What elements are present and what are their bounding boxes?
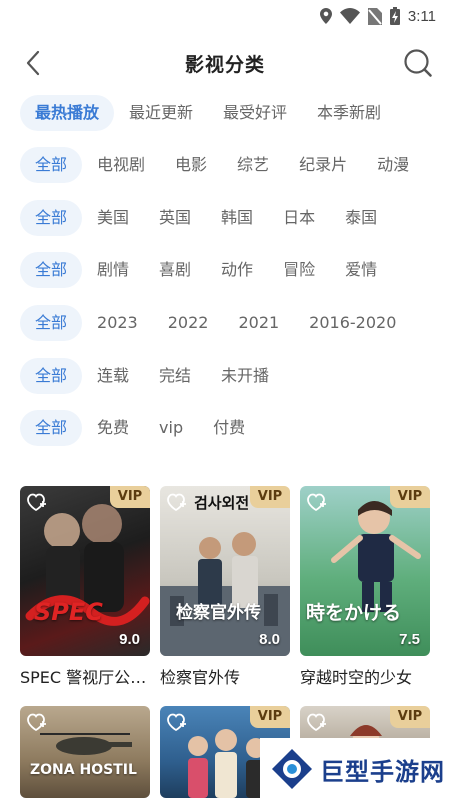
- poster-art-text: 時をかける: [306, 602, 402, 624]
- sort-tabs: 最热播放 最近更新 最受好评 本季新剧: [0, 94, 450, 132]
- filter-row-type: 全部 电视剧 电影 综艺 纪录片 动漫: [0, 146, 450, 184]
- filter-genre-drama[interactable]: 剧情: [82, 252, 144, 288]
- vip-badge: VIP: [250, 706, 290, 728]
- filter-type-documentary[interactable]: 纪录片: [284, 147, 362, 183]
- filter-type-all[interactable]: 全部: [20, 147, 83, 183]
- filter-year-all[interactable]: 全部: [20, 305, 83, 341]
- filter-type-movie[interactable]: 电影: [160, 147, 222, 183]
- chevron-left-icon: [26, 50, 40, 76]
- media-card[interactable]: ZONA HOSTIL: [20, 706, 150, 798]
- filter-row-genre: 全部 剧情 喜剧 动作 冒险 爱情: [0, 251, 450, 289]
- vip-badge: VIP: [390, 486, 430, 508]
- poster-image: 時をかける VIP 7.5: [300, 486, 430, 656]
- favorite-add-icon[interactable]: [25, 711, 47, 733]
- filter-year-2023[interactable]: 2023: [82, 305, 153, 341]
- rating-score: 8.0: [259, 631, 280, 648]
- sort-tab-new-season[interactable]: 本季新剧: [302, 95, 396, 131]
- rating-score: 7.5: [399, 631, 420, 648]
- filter-fee-free[interactable]: 免费: [82, 410, 144, 446]
- page-title: 影视分类: [184, 53, 265, 76]
- status-time: 3:11: [407, 7, 436, 25]
- filter-year-2016-2020[interactable]: 2016-2020: [294, 305, 411, 341]
- poster-art-text: 检察官外传: [176, 603, 261, 623]
- back-button[interactable]: [18, 48, 48, 78]
- filter-row-fee: 全部 免费 vip 付费: [0, 409, 450, 447]
- poster-art-text: ZONA HOSTIL: [30, 762, 137, 778]
- sort-tab-latest[interactable]: 最近更新: [114, 95, 208, 131]
- filter-region-us[interactable]: 美国: [82, 200, 144, 236]
- favorite-add-icon[interactable]: [25, 491, 47, 513]
- poster-image: SPEC VIP 9.0: [20, 486, 150, 656]
- poster-image: ZONA HOSTIL: [20, 706, 150, 798]
- poster-image: 검사외전 检察官外传 VIP 8.0: [160, 486, 290, 656]
- wifi-icon: [339, 8, 360, 24]
- filter-genre-action[interactable]: 动作: [206, 252, 268, 288]
- location-icon: [319, 8, 332, 24]
- vip-badge: VIP: [110, 486, 150, 508]
- rating-score: 9.0: [119, 631, 140, 648]
- filter-status-completed[interactable]: 完结: [144, 358, 206, 394]
- sort-tab-hottest[interactable]: 最热播放: [20, 95, 115, 131]
- filter-fee-all[interactable]: 全部: [20, 410, 83, 446]
- media-card[interactable]: 검사외전 检察官外传 VIP 8.0 检察官外传: [160, 486, 290, 688]
- filter-type-anime[interactable]: 动漫: [362, 147, 424, 183]
- poster-art-top-text: 검사외전: [194, 494, 250, 512]
- filter-genre-adventure[interactable]: 冒险: [268, 252, 330, 288]
- watermark-logo-icon: [272, 749, 312, 789]
- battery-charging-icon: [389, 7, 400, 25]
- filter-row-region: 全部 美国 英国 韩国 日本 泰国: [0, 199, 450, 237]
- media-title: 穿越时空的少女: [300, 668, 413, 687]
- media-title: 检察官外传: [160, 668, 241, 687]
- search-button[interactable]: [402, 47, 434, 79]
- favorite-add-icon[interactable]: [305, 491, 327, 513]
- watermark: 巨型手游网: [260, 738, 450, 800]
- favorite-add-icon[interactable]: [165, 491, 187, 513]
- sort-tab-top-rated[interactable]: 最受好评: [208, 95, 302, 131]
- app-header: 影视分类: [0, 38, 450, 88]
- filter-row-year: 全部 2023 2022 2021 2016-2020: [0, 304, 450, 342]
- vip-badge: VIP: [250, 486, 290, 508]
- filter-region-all[interactable]: 全部: [20, 200, 83, 236]
- filter-fee-paid[interactable]: 付费: [198, 410, 260, 446]
- filter-type-tv[interactable]: 电视剧: [82, 147, 160, 183]
- media-card[interactable]: SPEC VIP 9.0 SPEC 警视厅公安部公安第五课: [20, 486, 150, 688]
- filter-region-uk[interactable]: 英国: [144, 200, 206, 236]
- filter-genre-comedy[interactable]: 喜剧: [144, 252, 206, 288]
- vip-badge: VIP: [390, 706, 430, 728]
- filter-region-thailand[interactable]: 泰国: [330, 200, 392, 236]
- favorite-add-icon[interactable]: [165, 711, 187, 733]
- filter-genre-romance[interactable]: 爱情: [330, 252, 392, 288]
- media-title: SPEC 警视厅公安部公安第五课: [20, 668, 150, 687]
- filter-region-korea[interactable]: 韩国: [206, 200, 268, 236]
- filter-type-variety[interactable]: 综艺: [222, 147, 284, 183]
- filter-fee-vip[interactable]: vip: [144, 410, 198, 446]
- filter-status-upcoming[interactable]: 未开播: [206, 358, 284, 394]
- filter-row-status: 全部 连载 完结 未开播: [0, 357, 450, 395]
- search-icon: [404, 49, 432, 77]
- filter-status-all[interactable]: 全部: [20, 358, 83, 394]
- favorite-add-icon[interactable]: [305, 711, 327, 733]
- status-bar: 3:11: [0, 0, 450, 32]
- filter-region-japan[interactable]: 日本: [268, 200, 330, 236]
- no-sim-icon: [367, 7, 382, 25]
- watermark-text: 巨型手游网: [320, 757, 445, 786]
- poster-art-text: SPEC: [34, 598, 103, 626]
- filter-genre-all[interactable]: 全部: [20, 252, 83, 288]
- filter-year-2021[interactable]: 2021: [223, 305, 294, 341]
- filter-year-2022[interactable]: 2022: [153, 305, 224, 341]
- media-card[interactable]: 時をかける VIP 7.5 穿越时空的少女: [300, 486, 430, 688]
- filter-status-ongoing[interactable]: 连载: [82, 358, 144, 394]
